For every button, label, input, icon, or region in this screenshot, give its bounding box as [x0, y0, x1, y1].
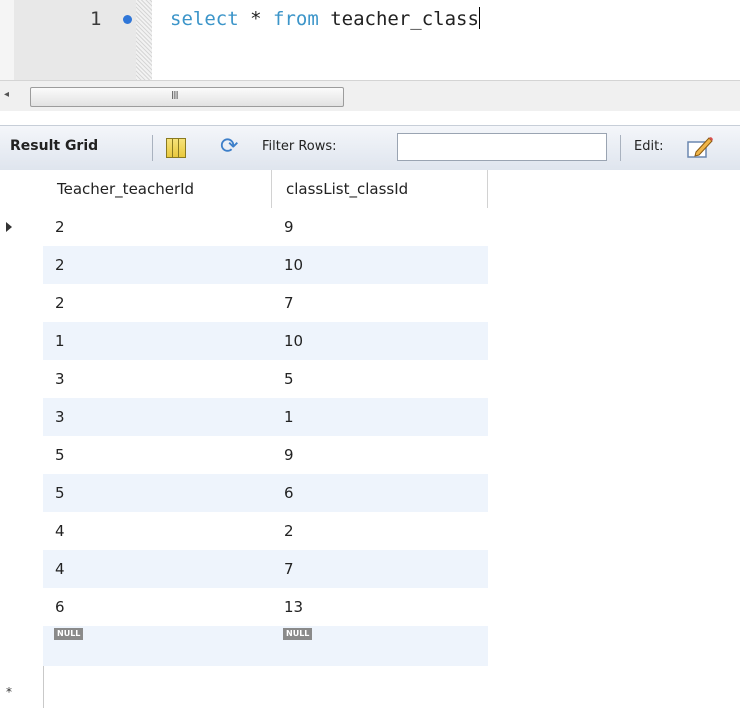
query-editor[interactable]: 1 select * from teacher_class: [0, 0, 740, 80]
table-row[interactable]: 6 13: [43, 588, 488, 626]
breakpoint-dot-icon[interactable]: [123, 15, 132, 24]
cell-teacher-id[interactable]: 3: [43, 398, 272, 436]
sql-editor-window: 1 select * from teacher_class ◂ III Resu…: [0, 0, 740, 708]
toolbar-separator: [620, 135, 621, 161]
text-cursor: [478, 7, 480, 29]
cell-class-id[interactable]: 6: [272, 474, 488, 512]
cell-teacher-id[interactable]: 2: [43, 284, 272, 322]
table-row[interactable]: 2 9: [43, 208, 488, 246]
table-row[interactable]: 5 6: [43, 474, 488, 512]
result-grid[interactable]: Teacher_teacherId classList_classId 2 9 …: [0, 170, 740, 708]
form-grid-icon[interactable]: [166, 138, 186, 158]
keyword-select: select: [170, 8, 239, 30]
cell-teacher-id[interactable]: 4: [43, 550, 272, 588]
cell-teacher-id[interactable]: 2: [43, 208, 272, 246]
table-row[interactable]: 3 1: [43, 398, 488, 436]
cell-teacher-id[interactable]: 6: [43, 588, 272, 626]
cell-teacher-id[interactable]: 3: [43, 360, 272, 398]
table-row[interactable]: 3 5: [43, 360, 488, 398]
null-badge[interactable]: NULL: [54, 628, 84, 640]
fold-strip: [136, 0, 152, 80]
toolbar-separator: [152, 135, 153, 161]
edit-label: Edit:: [634, 139, 664, 154]
cell-teacher-id[interactable]: 5: [43, 474, 272, 512]
cell-class-id[interactable]: 7: [272, 550, 488, 588]
code-asterisk: *: [250, 8, 262, 30]
cell-class-id[interactable]: 7: [272, 284, 488, 322]
new-row[interactable]: NULL NULL: [43, 626, 488, 666]
pencil-edit-icon[interactable]: [686, 134, 714, 160]
cell-class-id[interactable]: 1: [272, 398, 488, 436]
line-number: 1: [90, 8, 102, 30]
asterisk-icon: *: [6, 685, 12, 699]
column-header-class-id[interactable]: classList_classId: [272, 170, 488, 208]
refresh-arrows-icon[interactable]: ⟳: [220, 134, 238, 160]
editor-horizontal-scrollbar[interactable]: ◂ III: [0, 80, 740, 111]
null-badge[interactable]: NULL: [283, 628, 313, 640]
table-row[interactable]: 2 10: [43, 246, 488, 284]
cell-class-id[interactable]: 10: [272, 322, 488, 360]
table-row[interactable]: 5 9: [43, 436, 488, 474]
cell-class-id[interactable]: 10: [272, 246, 488, 284]
line-number-gutter: 1: [14, 0, 150, 80]
scrollbar-grip: III: [171, 89, 179, 102]
cell-class-id[interactable]: 13: [272, 588, 488, 626]
result-toolbar: Result Grid ⟳ Filter Rows: Edit:: [0, 125, 740, 171]
scroll-left-arrow-icon[interactable]: ◂: [4, 90, 9, 100]
cell-teacher-id[interactable]: 4: [43, 512, 272, 550]
filter-rows-label: Filter Rows:: [262, 139, 337, 154]
cell-class-id[interactable]: 9: [272, 208, 488, 246]
cell-class-id[interactable]: 2: [272, 512, 488, 550]
scrollbar-thumb[interactable]: III: [30, 87, 344, 107]
row-pointer-icon: [6, 222, 12, 232]
editor-left-margin: [0, 0, 14, 80]
table-row[interactable]: 1 10: [43, 322, 488, 360]
table-identifier: teacher_class: [330, 8, 479, 30]
cell-class-id[interactable]: 5: [272, 360, 488, 398]
column-header-teacher-id[interactable]: Teacher_teacherId: [43, 170, 272, 208]
code-line-1[interactable]: select * from teacher_class: [170, 7, 480, 30]
cell-teacher-id[interactable]: 1: [43, 322, 272, 360]
cell-teacher-id[interactable]: 2: [43, 246, 272, 284]
filter-rows-input[interactable]: [397, 133, 607, 161]
table-row[interactable]: 4 7: [43, 550, 488, 588]
cell-class-id[interactable]: 9: [272, 436, 488, 474]
grid-header-row: Teacher_teacherId classList_classId: [43, 170, 488, 209]
keyword-from: from: [273, 8, 319, 30]
result-grid-tab[interactable]: Result Grid: [10, 138, 98, 154]
cell-teacher-id[interactable]: 5: [43, 436, 272, 474]
table-row[interactable]: 2 7: [43, 284, 488, 322]
table-row[interactable]: 4 2: [43, 512, 488, 550]
row-indicator-column: [0, 170, 44, 708]
